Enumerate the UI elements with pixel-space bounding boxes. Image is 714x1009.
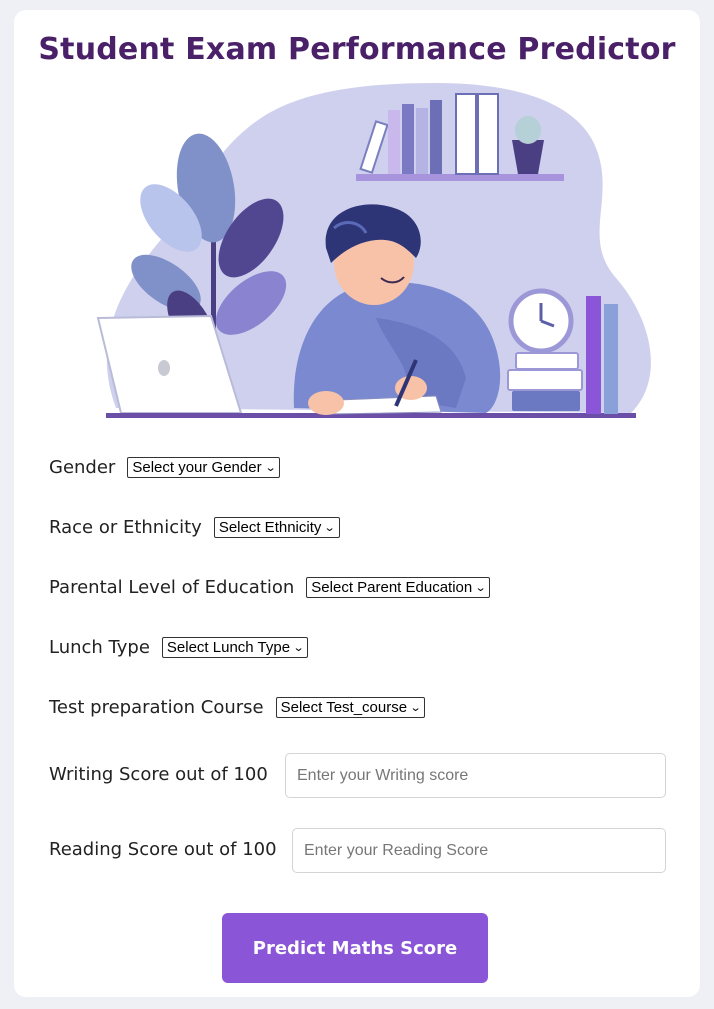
test-prep-row: Test preparation Course Select Test_cour… — [49, 697, 426, 718]
chevron-down-icon: ⌄ — [474, 581, 487, 594]
predict-button[interactable]: Predict Maths Score — [222, 913, 488, 983]
parent-education-select-value: Select Parent Education — [311, 579, 473, 596]
ethnicity-row: Race or Ethnicity Select Ethnicity ⌄ — [49, 517, 340, 538]
reading-row: Reading Score out of 100 — [49, 839, 277, 860]
chevron-down-icon: ⌄ — [292, 641, 305, 654]
ethnicity-select-value: Select Ethnicity — [218, 519, 322, 536]
lunch-select[interactable]: Select Lunch Type ⌄ — [161, 637, 309, 658]
form-card: Student Exam Performance Predictor Gende… — [14, 10, 700, 997]
test-prep-select-value: Select Test_course — [280, 699, 408, 716]
writing-score-input[interactable] — [285, 753, 666, 798]
ethnicity-label: Race or Ethnicity — [49, 517, 202, 538]
lunch-select-value: Select Lunch Type — [166, 639, 291, 656]
parent-education-row: Parental Level of Education Select Paren… — [49, 577, 491, 598]
lunch-label: Lunch Type — [49, 637, 150, 658]
reading-score-input[interactable] — [292, 828, 666, 873]
writing-row: Writing Score out of 100 — [49, 764, 268, 785]
student-study-illustration — [96, 83, 651, 418]
parent-education-select[interactable]: Select Parent Education ⌄ — [306, 577, 491, 598]
ethnicity-select[interactable]: Select Ethnicity ⌄ — [213, 517, 340, 538]
parent-education-label: Parental Level of Education — [49, 577, 295, 598]
lunch-row: Lunch Type Select Lunch Type ⌄ — [49, 637, 309, 658]
gender-select[interactable]: Select your Gender ⌄ — [127, 457, 280, 478]
test-prep-label: Test preparation Course — [49, 697, 264, 718]
writing-label: Writing Score out of 100 — [49, 764, 268, 785]
test-prep-select[interactable]: Select Test_course ⌄ — [275, 697, 426, 718]
chevron-down-icon: ⌄ — [264, 461, 277, 474]
chevron-down-icon: ⌄ — [323, 521, 336, 534]
page-title: Student Exam Performance Predictor — [38, 32, 676, 67]
chevron-down-icon: ⌄ — [409, 701, 422, 714]
gender-select-value: Select your Gender — [132, 459, 262, 476]
gender-row: Gender Select your Gender ⌄ — [49, 457, 280, 478]
gender-label: Gender — [49, 457, 116, 478]
reading-label: Reading Score out of 100 — [49, 839, 277, 860]
